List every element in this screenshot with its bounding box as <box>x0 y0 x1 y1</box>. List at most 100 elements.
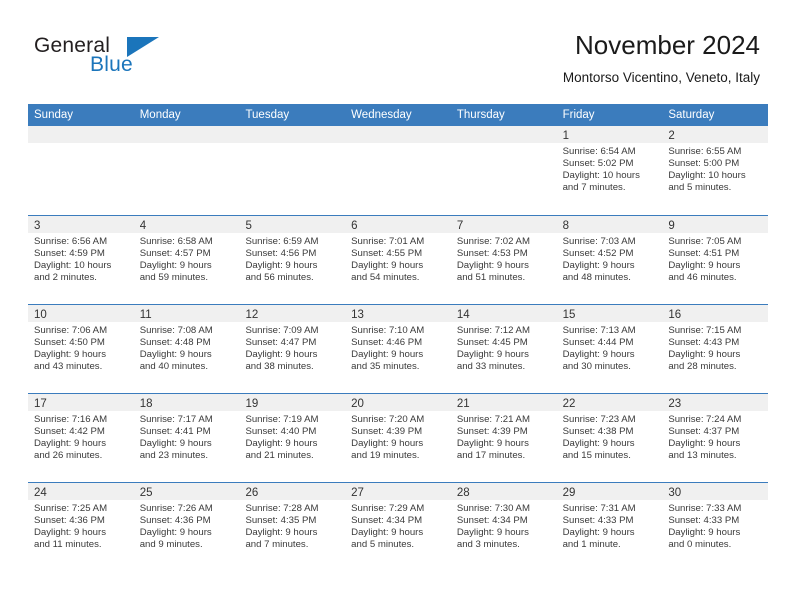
daylight-text-line1: Daylight: 9 hours <box>34 349 106 361</box>
sunrise-text: Sunrise: 7:03 AM <box>562 236 636 247</box>
day-cell[interactable]: 9 Sunrise: 7:05 AM Sunset: 4:51 PM Daylight… <box>662 216 769 304</box>
day-cell[interactable]: 2 Sunrise: 6:55 AM Sunset: 5:00 PM Daylight… <box>662 126 769 215</box>
day-cell-empty <box>28 126 134 215</box>
sunrise-text: Sunrise: 6:56 AM <box>34 236 108 247</box>
day-number-band: 22 <box>556 394 663 411</box>
sunrise-text: Sunrise: 7:08 AM <box>139 325 213 336</box>
sunset-text: Sunset: 4:50 PM <box>34 337 105 349</box>
day-cell[interactable]: 19 Sunrise: 7:19 AM Sunset: 4:40 PM Dayligh… <box>239 394 346 482</box>
day-cell[interactable]: 25 Sunrise: 7:26 AM Sunset: 4:36 PM Dayligh… <box>133 483 240 571</box>
day-sun-info: Sunrise: 6:56 AM Sunset: 4:59 PM Daylight:… <box>28 233 134 284</box>
page-title: November 2024 <box>575 30 760 60</box>
day-cell[interactable]: 30 Sunrise: 7:33 AM Sunset: 4:33 PM Dayligh… <box>662 483 769 571</box>
daylight-text-line2: and 33 minutes. <box>456 361 526 373</box>
calendar-grid: Sunday Monday Tuesday Wednesday Thursday Frid… <box>28 104 769 571</box>
sunrise-text: Sunrise: 6:59 AM <box>245 236 319 247</box>
daylight-text-line2: and 35 minutes. <box>351 361 420 373</box>
day-cell[interactable]: 12 Sunrise: 7:09 AM Sunset: 4:47 PM Dayligh… <box>239 305 346 393</box>
page-header: General Blue November 2024 Montorso Vice… <box>0 0 792 100</box>
day-cell[interactable]: 1 Sunrise: 6:54 AM Sunset: 5:02 PM Daylight… <box>556 126 663 215</box>
calendar-weeks: 1 Sunrise: 6:54 AM Sunset: 5:02 PM Daylight… <box>28 126 769 571</box>
day-sun-info: Sunrise: 7:26 AM Sunset: 4:36 PM Daylight:… <box>134 500 240 551</box>
day-number-band: 19 <box>239 394 346 411</box>
weekday-header-wednesday: Wednesday <box>351 109 412 121</box>
weekday-header-monday: Monday <box>139 109 181 121</box>
day-cell[interactable]: 7 Sunrise: 7:02 AM Sunset: 4:53 PM Daylight… <box>450 216 557 304</box>
day-cell[interactable]: 17 Sunrise: 7:16 AM Sunset: 4:42 PM Dayligh… <box>28 394 134 482</box>
day-number-band: 12 <box>239 305 346 322</box>
day-number: 29 <box>562 487 576 499</box>
daylight-text-line1: Daylight: 9 hours <box>562 260 635 272</box>
day-sun-info: Sunrise: 7:19 AM Sunset: 4:40 PM Daylight:… <box>239 411 345 462</box>
day-cell[interactable]: 4 Sunrise: 6:58 AM Sunset: 4:57 PM Daylight… <box>133 216 240 304</box>
weekday-header-thursday: Thursday <box>456 109 505 121</box>
calendar-week-row: 3 Sunrise: 6:56 AM Sunset: 4:59 PM Daylight… <box>28 215 769 304</box>
daylight-text-line1: Daylight: 9 hours <box>351 260 424 272</box>
sunset-text: Sunset: 4:55 PM <box>351 248 423 260</box>
sunset-text: Sunset: 4:39 PM <box>351 426 423 438</box>
daylight-text-line1: Daylight: 9 hours <box>456 349 529 361</box>
day-sun-info: Sunrise: 7:05 AM Sunset: 4:51 PM Daylight:… <box>662 233 768 284</box>
daylight-text-line2: and 28 minutes. <box>668 361 737 373</box>
sunset-text: Sunset: 4:33 PM <box>668 515 740 527</box>
day-number: 26 <box>245 487 259 499</box>
sunrise-text: Sunrise: 7:29 AM <box>351 503 425 514</box>
sunrise-text: Sunrise: 7:15 AM <box>668 325 742 336</box>
sunrise-text: Sunrise: 7:16 AM <box>34 414 108 425</box>
day-cell[interactable]: 18 Sunrise: 7:17 AM Sunset: 4:41 PM Dayligh… <box>133 394 240 482</box>
day-cell[interactable]: 5 Sunrise: 6:59 AM Sunset: 4:56 PM Daylight… <box>239 216 346 304</box>
daylight-text-line1: Daylight: 9 hours <box>34 527 106 539</box>
sunrise-text: Sunrise: 7:21 AM <box>456 414 530 425</box>
day-cell[interactable]: 27 Sunrise: 7:29 AM Sunset: 4:34 PM Dayligh… <box>345 483 451 571</box>
sunset-text: Sunset: 4:34 PM <box>351 515 423 527</box>
day-cell[interactable]: 22 Sunrise: 7:23 AM Sunset: 4:38 PM Dayligh… <box>556 394 663 482</box>
day-cell[interactable]: 26 Sunrise: 7:28 AM Sunset: 4:35 PM Dayligh… <box>239 483 346 571</box>
day-sun-info: Sunrise: 7:01 AM Sunset: 4:55 PM Daylight:… <box>345 233 451 284</box>
sunrise-text: Sunrise: 7:19 AM <box>245 414 319 425</box>
sunrise-text: Sunrise: 7:31 AM <box>562 503 636 514</box>
day-number: 8 <box>562 220 569 232</box>
day-cell[interactable]: 29 Sunrise: 7:31 AM Sunset: 4:33 PM Dayligh… <box>556 483 663 571</box>
day-cell[interactable]: 20 Sunrise: 7:20 AM Sunset: 4:39 PM Dayligh… <box>345 394 451 482</box>
daylight-text-line2: and 51 minutes. <box>456 272 526 284</box>
sunset-text: Sunset: 5:02 PM <box>562 158 634 170</box>
daylight-text-line1: Daylight: 9 hours <box>351 438 424 450</box>
daylight-text-line1: Daylight: 9 hours <box>668 349 741 361</box>
day-cell[interactable]: 10 Sunrise: 7:06 AM Sunset: 4:50 PM Dayligh… <box>28 305 134 393</box>
day-cell[interactable]: 11 Sunrise: 7:08 AM Sunset: 4:48 PM Dayligh… <box>133 305 240 393</box>
day-cell[interactable]: 15 Sunrise: 7:13 AM Sunset: 4:44 PM Dayligh… <box>556 305 663 393</box>
daylight-text-line2: and 21 minutes. <box>245 450 314 462</box>
sunset-text: Sunset: 4:36 PM <box>139 515 211 527</box>
day-number-band: 4 <box>133 216 240 233</box>
daylight-text-line1: Daylight: 9 hours <box>456 527 529 539</box>
sunrise-text: Sunrise: 7:33 AM <box>668 503 742 514</box>
day-sun-info: Sunrise: 7:20 AM Sunset: 4:39 PM Daylight:… <box>345 411 451 462</box>
day-number-band: 20 <box>345 394 451 411</box>
sunset-text: Sunset: 4:44 PM <box>562 337 634 349</box>
daylight-text-line1: Daylight: 9 hours <box>668 438 741 450</box>
daylight-text-line2: and 3 minutes. <box>456 539 520 551</box>
day-cell[interactable]: 24 Sunrise: 7:25 AM Sunset: 4:36 PM Dayligh… <box>28 483 134 571</box>
day-cell[interactable]: 14 Sunrise: 7:12 AM Sunset: 4:45 PM Dayligh… <box>450 305 557 393</box>
day-sun-info: Sunrise: 7:30 AM Sunset: 4:34 PM Daylight:… <box>451 500 557 551</box>
day-sun-info: Sunrise: 7:15 AM Sunset: 4:43 PM Daylight:… <box>662 322 768 373</box>
day-number-band: 11 <box>133 305 240 322</box>
daylight-text-line2: and 59 minutes. <box>139 272 208 284</box>
day-number-band: 9 <box>662 216 769 233</box>
day-cell[interactable]: 21 Sunrise: 7:21 AM Sunset: 4:39 PM Dayligh… <box>450 394 557 482</box>
day-cell[interactable]: 3 Sunrise: 6:56 AM Sunset: 4:59 PM Daylight… <box>28 216 134 304</box>
day-cell[interactable]: 28 Sunrise: 7:30 AM Sunset: 4:34 PM Dayligh… <box>450 483 557 571</box>
day-cell[interactable]: 6 Sunrise: 7:01 AM Sunset: 4:55 PM Daylight… <box>345 216 451 304</box>
day-cell[interactable]: 8 Sunrise: 7:03 AM Sunset: 4:52 PM Daylight… <box>556 216 663 304</box>
day-number-band: 18 <box>133 394 240 411</box>
sunrise-text: Sunrise: 6:54 AM <box>562 146 636 157</box>
day-cell[interactable]: 16 Sunrise: 7:15 AM Sunset: 4:43 PM Dayligh… <box>662 305 769 393</box>
day-number: 4 <box>139 220 147 232</box>
day-cell[interactable]: 13 Sunrise: 7:10 AM Sunset: 4:46 PM Dayligh… <box>345 305 451 393</box>
day-cell[interactable]: 23 Sunrise: 7:24 AM Sunset: 4:37 PM Dayligh… <box>662 394 769 482</box>
day-sun-info: Sunrise: 7:03 AM Sunset: 4:52 PM Daylight:… <box>557 233 663 284</box>
calendar-week-row: 17 Sunrise: 7:16 AM Sunset: 4:42 PM Dayligh… <box>28 393 769 482</box>
daylight-text-line2: and 9 minutes. <box>139 539 203 551</box>
brand-logo[interactable]: General Blue <box>30 34 230 84</box>
day-number-band: 1 <box>556 126 663 143</box>
